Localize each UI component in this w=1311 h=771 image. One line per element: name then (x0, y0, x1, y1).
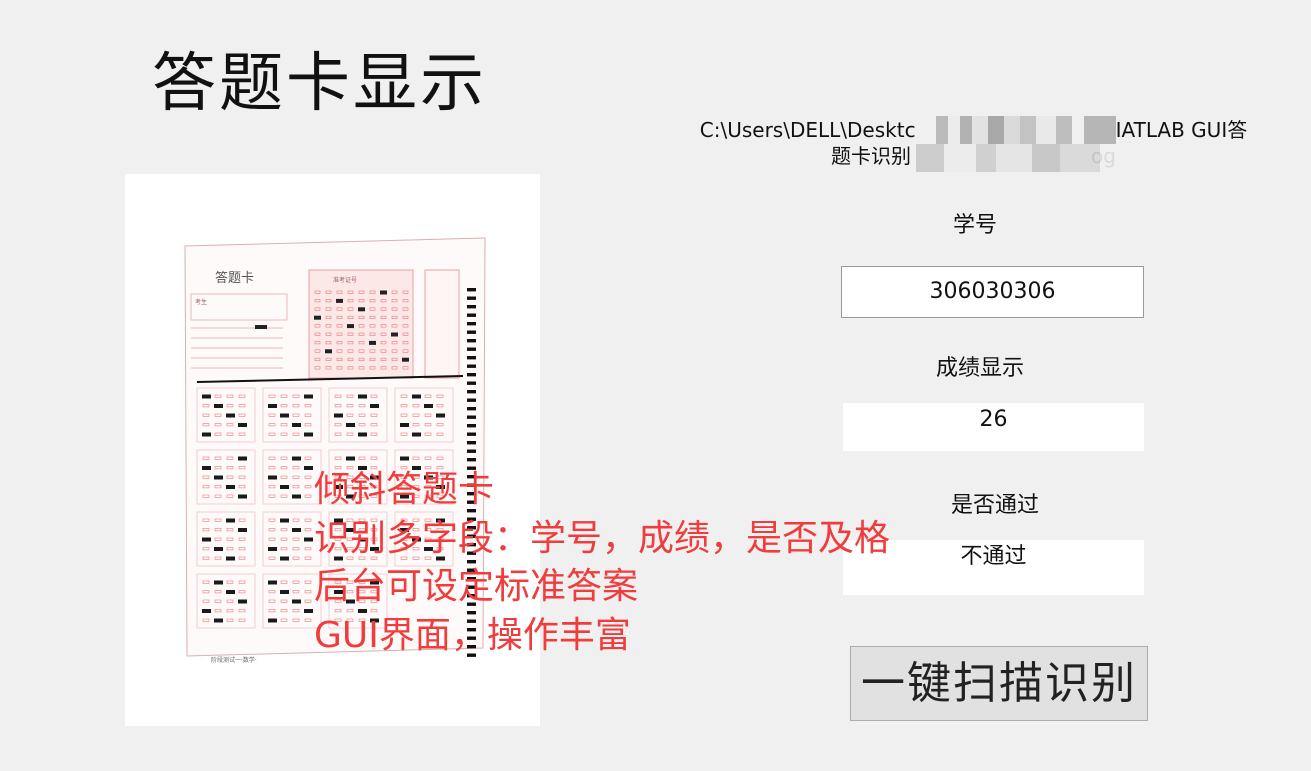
overlay-note: GUI界面，操作丰富 (314, 614, 631, 656)
sheet-title-text: 答题卡 (215, 270, 254, 286)
pass-status-label: 是否通过 (950, 493, 1039, 518)
svg-text:考生: 考生 (195, 298, 207, 306)
page-title: 答题卡显示 (152, 47, 487, 121)
student-id-label: 学号 (952, 213, 997, 238)
score-field[interactable]: 26 (843, 403, 1144, 451)
overlay-note: 后台可设定标准答案 (314, 566, 639, 607)
file-path-line2: 题卡识别 (831, 144, 912, 168)
overlay-note: 倾斜答题卡 (314, 469, 495, 510)
score-label: 成绩显示 (935, 356, 1024, 381)
student-id-field[interactable]: 306030306 (841, 266, 1144, 318)
overlay-note: 识别多字段：学号，成绩，是否及格 (314, 517, 891, 559)
svg-text:准考证号: 准考证号 (333, 276, 357, 284)
file-path-line1: C:\Users\DELL\Desktc (699, 118, 916, 142)
overlay-notes: 倾斜答题卡 识别多字段：学号，成绩，是否及格 后台可设定标准答案 GUI界面，操… (314, 466, 890, 660)
file-path-line1-end: IATLAB GUI答 (1115, 118, 1248, 142)
redacted-path-blur (916, 116, 1116, 172)
scan-recognize-button[interactable]: 一键扫描识别 (850, 646, 1148, 721)
svg-text:阶段测试一·数学·: 阶段测试一·数学· (211, 656, 257, 664)
